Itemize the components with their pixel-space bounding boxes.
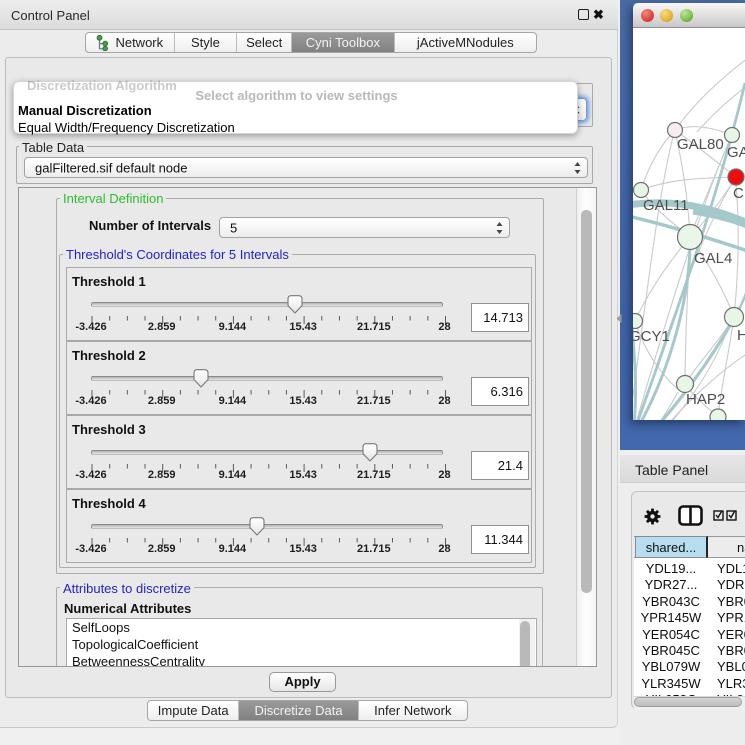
- svg-text:GAL4: GAL4: [694, 250, 732, 267]
- svg-text:H: H: [737, 327, 745, 344]
- svg-text:GA: GA: [727, 144, 745, 161]
- svg-text:GCY1: GCY1: [633, 328, 670, 345]
- svg-text:HAP2: HAP2: [686, 391, 725, 408]
- svg-text:GAL11: GAL11: [643, 197, 689, 214]
- svg-text:GAL80: GAL80: [677, 136, 724, 153]
- svg-text:C: C: [733, 185, 744, 202]
